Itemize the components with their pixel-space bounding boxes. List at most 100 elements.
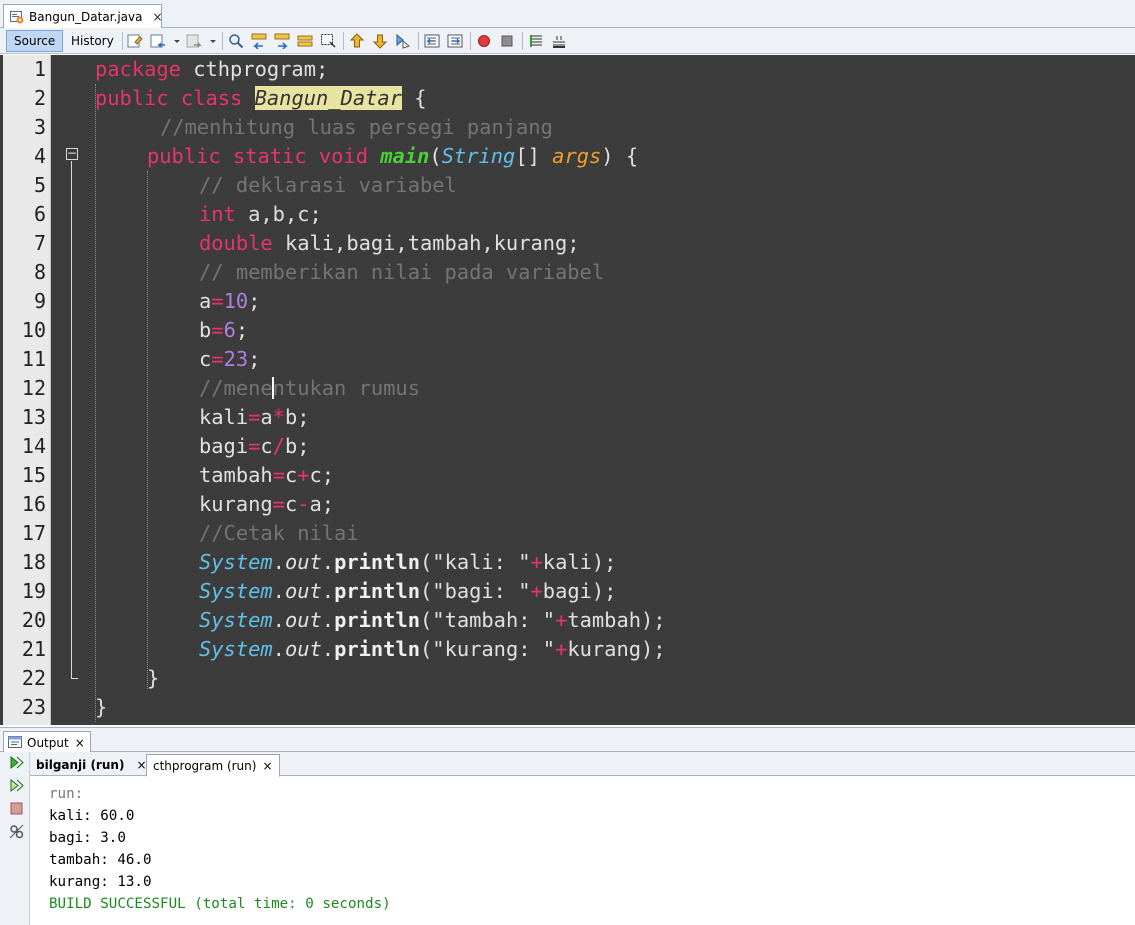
token-type: String [441,144,516,168]
chevron-down-icon[interactable] [173,33,181,49]
token-text: a,b,c; [235,202,322,226]
token-text: } [95,695,108,719]
find-icon[interactable] [228,33,244,49]
run-tab-bilganji[interactable]: bilganji (run) × [30,754,153,776]
token-text: ; [248,347,261,371]
token-variable: kali); [542,550,617,574]
code-line-8: // memberikan nilai pada variabel [199,258,604,287]
code-line-4: public static void main(String[] args) { [147,142,638,171]
run-tab-cthprogram[interactable]: cthprogram (run) × [146,754,280,777]
rerun-icon[interactable] [9,755,24,770]
fold-collapse-icon[interactable]: − [66,147,78,160]
line-number: 2 [33,86,46,110]
close-icon[interactable]: × [152,10,162,24]
close-icon[interactable]: × [136,758,146,772]
token-variable: a [199,289,212,313]
token-field: out [284,579,322,603]
line-number: 7 [33,231,46,255]
token-comment: ntukan rumus [272,376,420,400]
token-number: 6 [223,318,236,342]
token-text: kali,bagi,tambah,kurang; [272,231,580,255]
source-view-button[interactable]: Source [6,30,64,52]
line-number: 10 [21,318,46,342]
run-tab-label: bilganji (run) [36,758,125,772]
toolbar-divider [343,32,344,50]
code-line-2: public class Bangun_Datar { [95,84,427,113]
console-line: kurang: 13.0 [49,874,152,890]
token-operator: = [272,492,285,516]
next-bookmark-icon[interactable] [372,33,388,49]
code-line-9: a=10; [199,287,260,316]
token-variable: c [199,347,212,371]
line-number: 22 [21,666,46,690]
history-view-button[interactable]: History [63,30,122,52]
output-tab[interactable]: Output × [3,731,91,753]
line-number: 6 [33,202,46,226]
token-class: System [199,637,273,661]
token-text: . [321,637,335,661]
output-console[interactable]: run: kali: 60.0 bagi: 3.0 tambah: 46.0 k… [31,777,1135,925]
token-text: . [272,550,285,574]
token-keyword: public class [95,86,243,110]
code-line-23: } [95,693,107,722]
line-number: 23 [21,695,46,719]
line-number: 20 [21,608,46,632]
token-text: ; [248,289,261,313]
stop-macro-icon[interactable] [499,33,515,49]
run-tab-strip: bilganji (run) × cthprogram (run) × [30,752,1135,777]
start-macro-icon[interactable] [476,33,492,49]
token-operator: = [211,347,224,371]
code-line-3: //menhitung luas persegi panjang [160,113,553,142]
token-operator: = [211,318,224,342]
token-operator: / [272,434,285,458]
fold-end-marker [71,678,78,679]
file-tab-bangun-datar[interactable]: Bangun_Datar.java × [3,4,163,29]
settings-icon[interactable] [9,824,24,839]
token-text: cthprogram; [180,57,329,81]
token-class: System [199,550,273,574]
previous-bookmark-icon[interactable] [349,33,365,49]
code-line-13: kali=a*b; [199,403,310,432]
stop-icon[interactable] [9,801,24,816]
run-tab-label: cthprogram (run) [153,758,257,773]
toggle-rectangular-selection-icon[interactable] [320,33,336,49]
token-variable: bagi [199,434,249,458]
close-icon[interactable]: × [75,736,85,750]
token-method: println [334,637,421,661]
token-keyword: int [199,202,236,226]
token-class: System [199,579,273,603]
last-edit-icon[interactable] [127,33,143,49]
code-line-1: package cthprogram; [95,55,328,84]
uncomment-icon[interactable] [551,33,567,49]
forward-icon[interactable] [186,33,202,49]
token-parameter: args [552,144,602,168]
output-window-header: Output × [0,727,1135,753]
code-editor[interactable]: 1 2 3 4 5 6 7 8 9 10 11 12 13 14 15 16 17 18 19 20 21 22 23 − … [0,55,1135,725]
fold-range-line [71,161,72,678]
shift-left-icon[interactable] [424,33,440,49]
token-comment: //mene [199,376,273,400]
shift-right-icon[interactable] [447,33,463,49]
toggle-bookmark-icon[interactable] [395,33,411,49]
chevron-down-icon[interactable] [209,33,217,49]
back-icon[interactable] [150,33,166,49]
token-method: main [380,144,430,168]
token-variable: b; [284,405,310,429]
find-previous-icon[interactable] [251,33,267,50]
code-line-16: kurang=c-a; [199,490,334,519]
token-method: println [334,550,421,574]
token-comment: // deklarasi variabel [199,173,457,197]
line-number: 8 [33,260,46,284]
token-variable: bagi); [542,579,617,603]
token-variable: kali [199,405,249,429]
toggle-highlight-icon[interactable] [297,33,313,49]
rerun-with-parameters-icon[interactable] [9,778,24,793]
code-line-7: double kali,bagi,tambah,kurang; [199,229,580,258]
token-field: out [284,608,322,632]
toolbar-divider [222,32,223,50]
close-icon[interactable]: × [262,759,272,773]
comment-icon[interactable] [528,33,544,49]
token-string: ("kali: " [420,550,531,574]
code-line-18: System.out.println("kali: "+kali); [199,548,616,577]
find-next-icon[interactable] [274,33,290,50]
